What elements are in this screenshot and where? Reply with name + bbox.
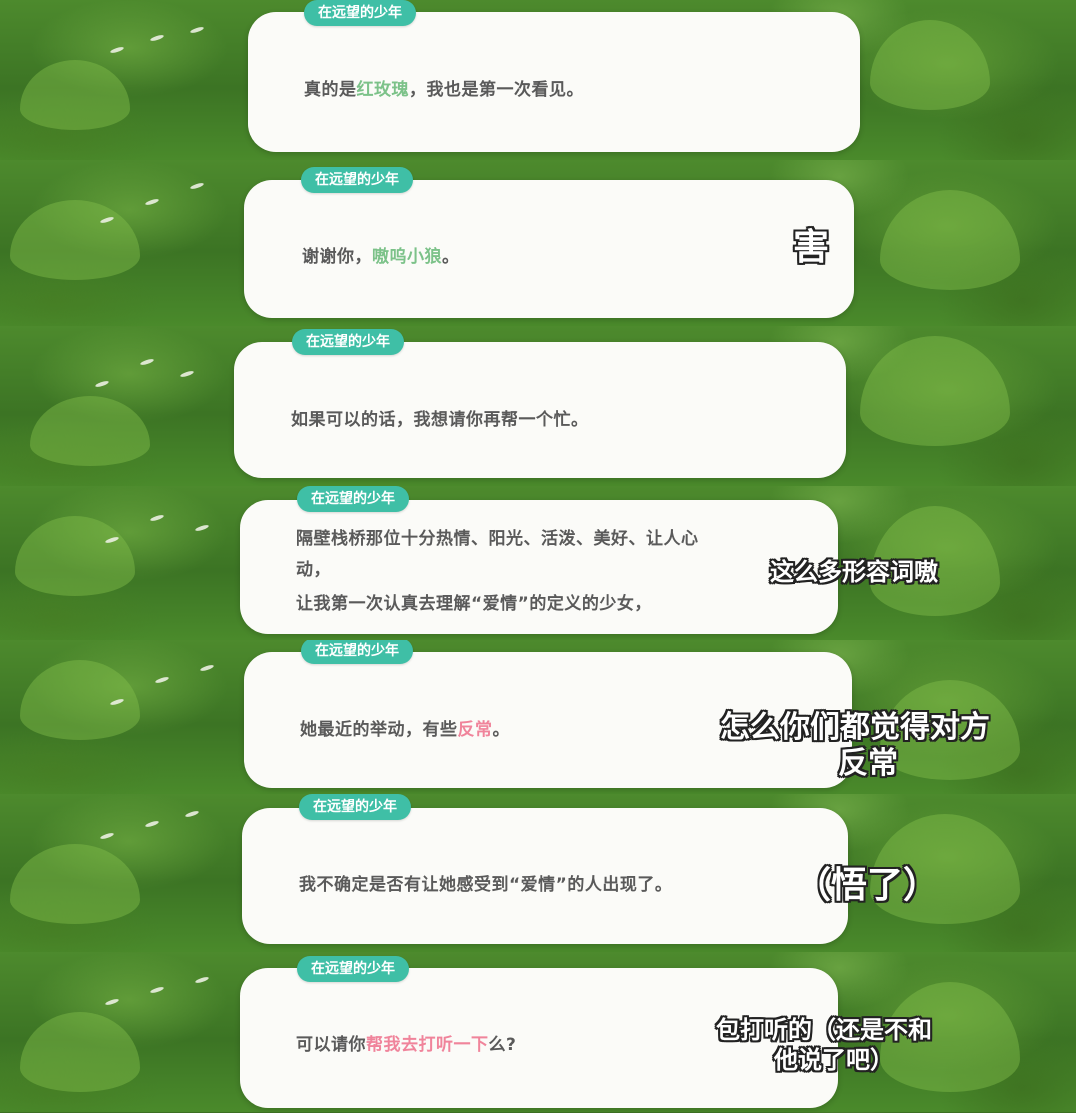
speaker-tag: 在远望的少年 bbox=[301, 640, 413, 664]
dialogue-panel-4: 在远望的少年 隔壁栈桥那位十分热情、阳光、活泼、美好、让人心 动， 让我第一次认… bbox=[0, 486, 1076, 641]
dialogue-text-line-3: 让我第一次认真去理解“爱情”的定义的少女， bbox=[296, 594, 652, 614]
dialogue-text: 谢谢你，嗷呜小狼。 bbox=[302, 247, 460, 267]
speaker-tag: 在远望的少年 bbox=[297, 956, 409, 982]
speaker-tag: 在远望的少年 bbox=[301, 167, 413, 193]
dialogue-panel-5: 在远望的少年 她最近的举动，有些反常。 怎么你们都觉得对方 反常 bbox=[0, 640, 1076, 795]
caption-overlay: 害 bbox=[793, 227, 830, 268]
dialogue-panel-2: 在远望的少年 谢谢你，嗷呜小狼。 害 bbox=[0, 160, 1076, 327]
dialogue-panel-3: 在远望的少年 如果可以的话，我想请你再帮一个忙。 bbox=[0, 326, 1076, 487]
dialogue-panel-6: 在远望的少年 我不确定是否有让她感受到“爱情”的人出现了。 （悟了） bbox=[0, 794, 1076, 953]
caption-overlay-line-2: 他说了吧） bbox=[774, 1046, 894, 1074]
caption-overlay: 这么多形容词嗷 bbox=[770, 558, 938, 586]
speaker-tag: 在远望的少年 bbox=[299, 794, 411, 820]
speaker-tag: 在远望的少年 bbox=[292, 329, 404, 355]
dialogue-text: 我不确定是否有让她感受到“爱情”的人出现了。 bbox=[299, 875, 673, 895]
dialogue-panel-7: 在远望的少年 可以请你帮我去打听一下么? 包打听的（还是不和 他说了吧） bbox=[0, 952, 1076, 1113]
caption-overlay: （悟了） bbox=[795, 865, 940, 906]
dialogue-text: 如果可以的话，我想请你再帮一个忙。 bbox=[291, 410, 589, 430]
caption-overlay-line-2: 反常 bbox=[838, 746, 898, 781]
dialogue-text-line-2: 动， bbox=[296, 560, 331, 580]
dialogue-panel-1: 在远望的少年 真的是红玫瑰，我也是第一次看见。 bbox=[0, 0, 1076, 161]
dialogue-text: 真的是红玫瑰，我也是第一次看见。 bbox=[304, 80, 584, 100]
dialogue-text-line-1: 隔壁栈桥那位十分热情、阳光、活泼、美好、让人心 bbox=[296, 529, 699, 549]
dialogue-text: 可以请你帮我去打听一下么? bbox=[296, 1035, 517, 1055]
speaker-tag: 在远望的少年 bbox=[297, 486, 409, 512]
dialogue-text: 她最近的举动，有些反常。 bbox=[300, 720, 510, 740]
speaker-tag: 在远望的少年 bbox=[304, 0, 416, 26]
